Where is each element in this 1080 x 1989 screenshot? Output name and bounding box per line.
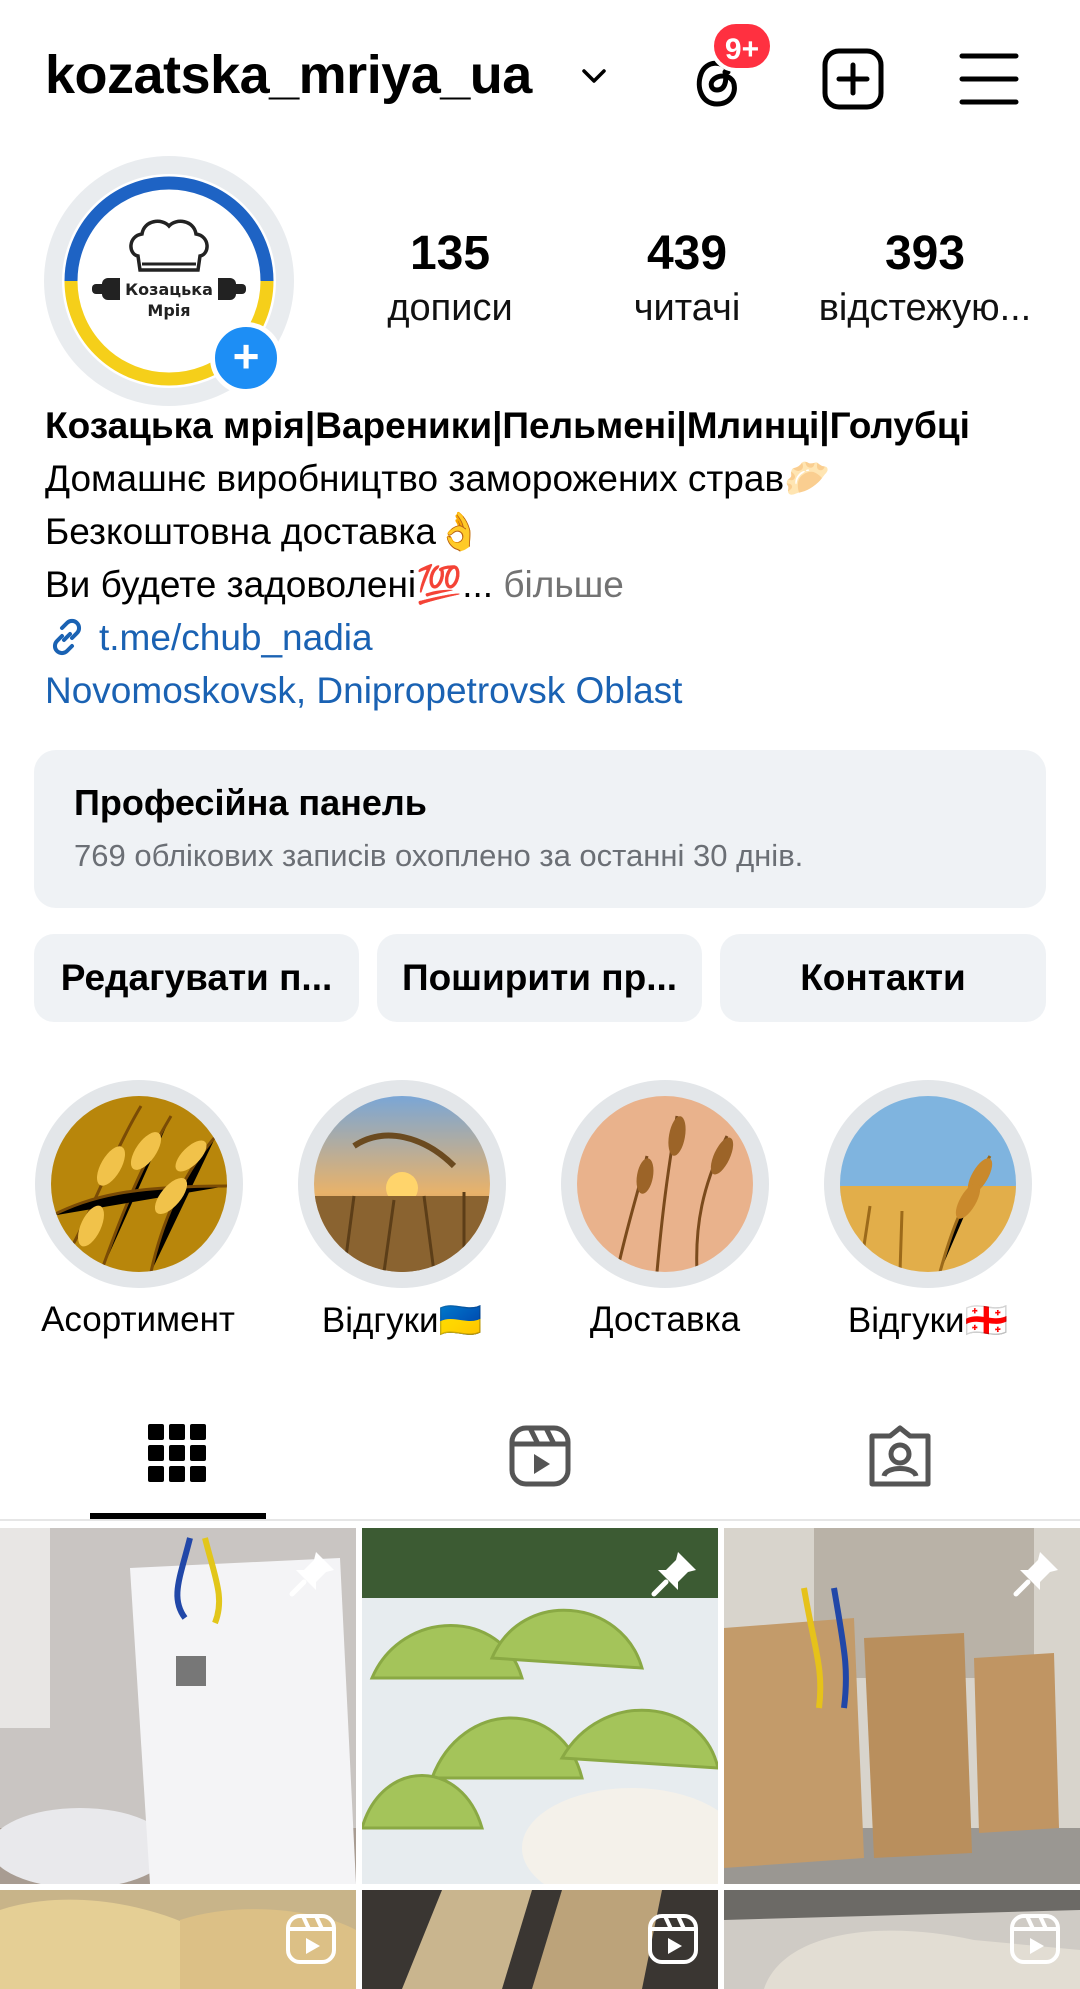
- highlight-label-reviews-ge[interactable]: Відгуки🇬🇪: [798, 1300, 1058, 1341]
- reels-icon[interactable]: [508, 1424, 572, 1488]
- highlight-assortment-image[interactable]: [51, 1096, 227, 1272]
- highlight-reviews-ge-image[interactable]: [840, 1096, 1016, 1272]
- stat-posts-label: дописи: [387, 287, 513, 329]
- bio-line-2: Безкоштовна доставка👌: [45, 511, 483, 552]
- reels-icon: [286, 1914, 336, 1964]
- grid-icon[interactable]: [148, 1424, 206, 1482]
- bio-more-link[interactable]: більше: [493, 564, 624, 605]
- highlight-delivery-image[interactable]: [577, 1096, 753, 1272]
- avatar-text-line1: Козацька: [125, 280, 213, 299]
- stat-followers-value: 439: [646, 227, 728, 280]
- share-profile-button[interactable]: Поширити пр...: [377, 934, 702, 1022]
- pin-icon: [289, 1552, 334, 1597]
- add-post-icon[interactable]: [820, 46, 886, 112]
- profile-name: Козацька мрія|Вареники|Пельмені|Млинці|Г…: [45, 405, 970, 446]
- tagged-icon[interactable]: [868, 1424, 932, 1488]
- menu-icon[interactable]: [958, 50, 1020, 108]
- edit-profile-button[interactable]: Редагувати п...: [34, 934, 359, 1022]
- tabs-divider: [0, 1519, 1080, 1521]
- stat-followers-label: читачі: [633, 287, 741, 329]
- add-story-plus-icon[interactable]: +: [210, 322, 282, 394]
- reels-icon: [648, 1914, 698, 1964]
- highlight-label-assortment[interactable]: Асортимент: [8, 1300, 268, 1340]
- stat-followers[interactable]: 439 читачі: [587, 226, 787, 334]
- highlight-label-delivery[interactable]: Доставка: [535, 1300, 795, 1340]
- pro-panel-subtitle: 769 облікових записів охоплено за останн…: [74, 838, 804, 873]
- stat-posts[interactable]: 135 дописи: [350, 226, 550, 334]
- stat-following-value: 393: [884, 227, 966, 280]
- pro-panel-title: Професійна панель: [74, 782, 427, 823]
- profile-location[interactable]: Novomoskovsk, Dnipropetrovsk Oblast: [45, 664, 682, 717]
- avatar-text-line2: Мрія: [147, 301, 190, 320]
- pin-icon: [1013, 1552, 1058, 1597]
- account-username[interactable]: kozatska_mriya_ua: [45, 44, 532, 106]
- highlight-reviews-ua-image[interactable]: [314, 1096, 490, 1272]
- chevron-down-icon[interactable]: [578, 60, 610, 92]
- bio-line-3-text: Ви будете задоволені💯...: [45, 564, 494, 605]
- pin-icon: [651, 1552, 696, 1597]
- highlight-label-reviews-ua[interactable]: Відгуки🇺🇦: [272, 1300, 532, 1341]
- link-icon: [52, 618, 82, 656]
- notification-badge: 9+: [710, 20, 774, 72]
- stat-following-label: відстежую...: [818, 287, 1032, 329]
- stat-posts-value: 135: [409, 227, 491, 280]
- profile-link-text[interactable]: t.me/chub_nadia: [99, 617, 373, 658]
- contacts-button[interactable]: Контакти: [720, 934, 1046, 1022]
- professional-dashboard[interactable]: [34, 750, 1046, 908]
- stat-following[interactable]: 393 відстежую...: [814, 226, 1036, 334]
- reels-icon: [1010, 1914, 1060, 1964]
- bio-line-1: Домашнє виробництво заморожених страв🥟: [45, 458, 831, 499]
- profile-link[interactable]: t.me/chub_nadia: [45, 611, 373, 664]
- bio-line-3: Ви будете задоволені💯... більше: [45, 558, 624, 611]
